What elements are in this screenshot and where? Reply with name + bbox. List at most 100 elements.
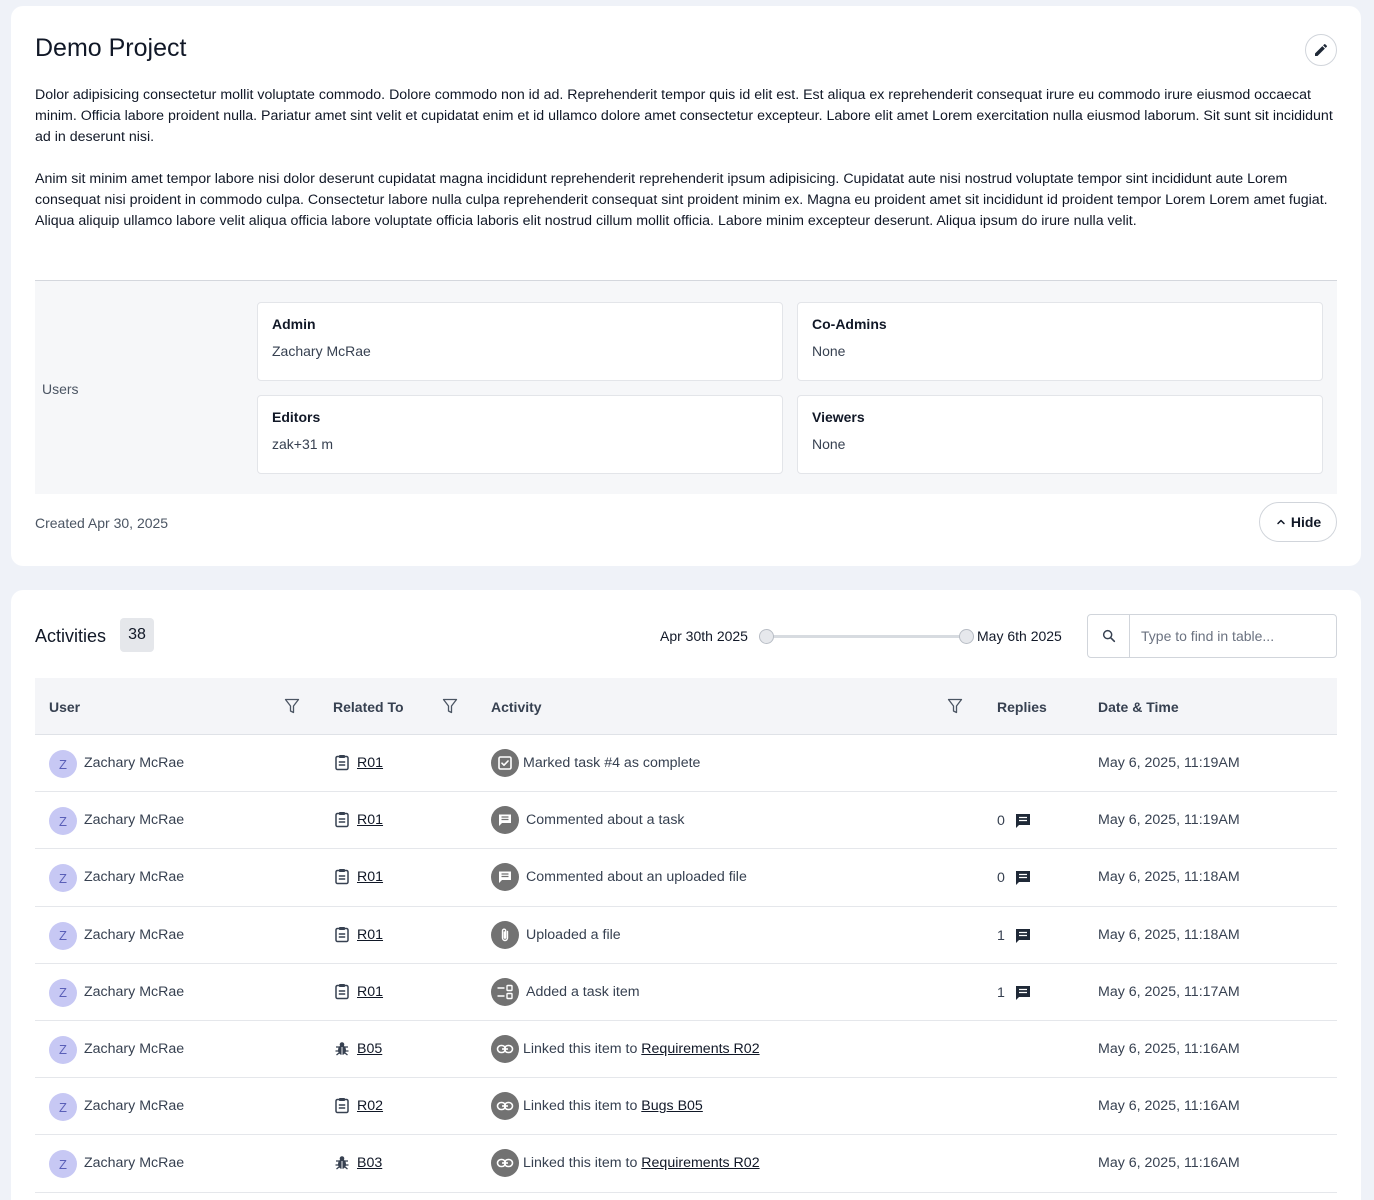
activities-table: User Related To Activity Replies Date & … xyxy=(35,678,1337,1193)
replies-number: 0 xyxy=(997,870,1005,887)
date-range-end-handle[interactable] xyxy=(959,629,974,644)
avatar: Z xyxy=(49,978,77,1007)
checkbox-icon xyxy=(491,749,519,777)
activity-text: Uploaded a file xyxy=(526,926,621,943)
date-range-start-handle[interactable] xyxy=(759,629,774,644)
table-row: Z Zachary McRae R01 Commented about an uplo… xyxy=(35,849,1337,907)
column-header-user[interactable]: User xyxy=(49,699,80,715)
filter-icon[interactable] xyxy=(947,698,963,715)
replies-count[interactable]: 1 xyxy=(997,927,1032,945)
description-paragraph: Dolor adipisicing consectetur mollit vol… xyxy=(35,87,1333,145)
clipboard-icon xyxy=(334,926,350,948)
link-icon xyxy=(491,1092,519,1121)
user-name: Zachary McRae xyxy=(84,983,185,1000)
column-header-date[interactable]: Date & Time xyxy=(1098,699,1179,715)
replies-count[interactable]: 1 xyxy=(997,984,1032,1002)
filter-icon[interactable] xyxy=(284,698,300,715)
table-row: Z Zachary McRae B05 Linked this item to Req… xyxy=(35,1021,1337,1079)
co-admins-box: Co-Admins None xyxy=(797,302,1323,381)
pencil-icon xyxy=(1315,43,1328,56)
related-item-link[interactable]: R01 xyxy=(357,812,383,828)
comment-icon xyxy=(491,806,519,835)
filter-icon[interactable] xyxy=(442,698,458,715)
replies-number: 1 xyxy=(997,927,1005,944)
column-header-activity[interactable]: Activity xyxy=(491,699,542,715)
link-icon xyxy=(491,1034,519,1063)
created-date: Created Apr 30, 2025 xyxy=(35,515,169,531)
bug-icon xyxy=(334,1154,350,1176)
related-item-link[interactable]: B05 xyxy=(357,1041,382,1057)
table-row: Z Zachary McRae R01 Added a task item 1 May 6… xyxy=(35,964,1337,1021)
replies-icon xyxy=(1015,871,1030,886)
avatar: Z xyxy=(49,1150,77,1179)
replies-icon xyxy=(1015,928,1030,943)
table-row: Z Zachary McRae B03 Linked this item to Req… xyxy=(35,1135,1337,1193)
related-item-link[interactable]: R01 xyxy=(357,927,383,943)
hide-label: Hide xyxy=(1290,514,1322,530)
user-name: Zachary McRae xyxy=(84,755,185,771)
linked-item-link[interactable]: Requirements R02 xyxy=(641,1041,759,1057)
activity-date: May 6, 2025, 11:19AM xyxy=(1098,812,1240,829)
table-search xyxy=(1087,614,1337,658)
role-value: None xyxy=(812,343,846,359)
activity-date: May 6, 2025, 11:16AM xyxy=(1098,1155,1240,1172)
activity-date: May 6, 2025, 11:18AM xyxy=(1098,926,1240,943)
column-header-related[interactable]: Related To xyxy=(333,699,404,715)
related-item-link[interactable]: R01 xyxy=(357,869,383,885)
activity-date: May 6, 2025, 11:18AM xyxy=(1098,869,1240,886)
table-row: Z Zachary McRae R01 Uploaded a file 1 May 6, … xyxy=(35,907,1337,964)
activity-date: May 6, 2025, 11:16AM xyxy=(1098,1040,1240,1057)
related-item-link[interactable]: R02 xyxy=(357,1098,383,1114)
activity-text: Commented about an uploaded file xyxy=(526,869,747,886)
linked-item-link[interactable]: Bugs B05 xyxy=(641,1098,703,1114)
date-range-start: Apr 30th 2025 xyxy=(660,628,748,644)
avatar: Z xyxy=(49,1093,77,1122)
column-header-replies[interactable]: Replies xyxy=(997,699,1047,715)
avatar: Z xyxy=(49,921,77,950)
role-title: Viewers xyxy=(812,409,865,425)
activities-count-badge: 38 xyxy=(120,618,154,652)
role-title: Co-Admins xyxy=(812,316,887,332)
role-value: zak+31 m xyxy=(272,436,334,452)
role-value: Zachary McRae xyxy=(272,343,371,359)
avatar: Z xyxy=(49,1035,77,1064)
activity-description: Uploaded a file xyxy=(526,927,621,943)
clipboard-icon xyxy=(334,1097,350,1119)
activity-date: May 6, 2025, 11:19AM xyxy=(1098,755,1240,771)
user-name: Zachary McRae xyxy=(84,1155,185,1172)
activity-text: Linked this item to xyxy=(523,1098,642,1115)
role-title: Editors xyxy=(272,409,321,425)
user-name: Zachary McRae xyxy=(84,812,185,829)
activity-date: May 6, 2025, 11:16AM xyxy=(1098,1098,1240,1115)
role-title: Admin xyxy=(272,316,316,332)
activities-title: Activities xyxy=(35,626,107,646)
search-input[interactable] xyxy=(1130,615,1336,657)
replies-count[interactable]: 0 xyxy=(997,869,1032,887)
activity-description: Commented about a task xyxy=(526,812,685,828)
related-item-link[interactable]: R01 xyxy=(357,984,383,1000)
replies-count[interactable]: 0 xyxy=(997,812,1032,830)
linked-item-link[interactable]: Requirements R02 xyxy=(641,1155,759,1171)
editors-box: Editors zak+31 m xyxy=(257,395,783,474)
role-value: None xyxy=(812,436,846,452)
table-row: Z Zachary McRae R02 Linked this item to Bug… xyxy=(35,1078,1337,1136)
link-icon xyxy=(491,1149,519,1178)
chevron-up-icon xyxy=(1277,519,1285,525)
viewers-box: Viewers None xyxy=(797,395,1323,474)
related-item-link[interactable]: R01 xyxy=(357,755,383,771)
table-row: Z Zachary McRae R01 Marked task #4 as compl… xyxy=(35,735,1337,793)
project-card: Demo Project Dolor adipisicing consectet… xyxy=(11,6,1361,566)
hide-button[interactable]: Hide xyxy=(1259,502,1337,542)
activity-date: May 6, 2025, 11:17AM xyxy=(1098,983,1240,1000)
user-name: Zachary McRae xyxy=(84,1098,185,1115)
user-name: Zachary McRae xyxy=(84,869,185,886)
search-icon xyxy=(1102,629,1115,643)
activity-description: Added a task item xyxy=(526,984,640,1000)
activity-description: Linked this item to Requirements R02 xyxy=(523,1041,760,1057)
clipboard-icon xyxy=(334,811,350,833)
date-range-track[interactable] xyxy=(766,635,966,638)
edit-button[interactable] xyxy=(1305,34,1337,66)
related-item-link[interactable]: B03 xyxy=(357,1155,382,1171)
avatar: Z xyxy=(49,807,77,836)
search-button[interactable] xyxy=(1088,615,1130,657)
